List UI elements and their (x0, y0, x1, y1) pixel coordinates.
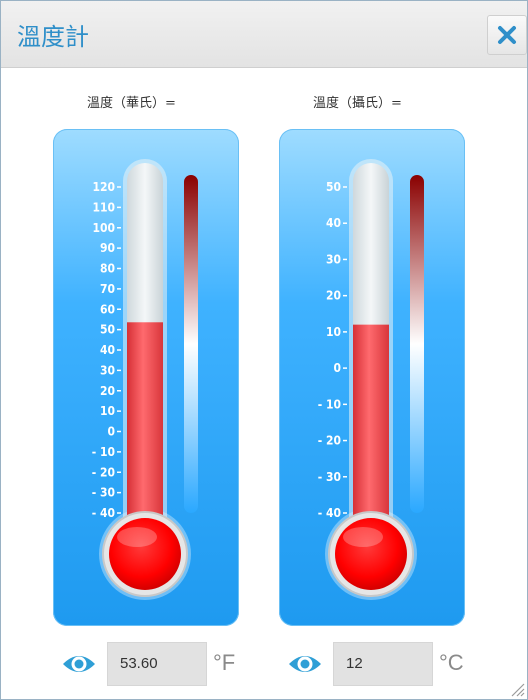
fahrenheit-tick-label: 40 (100, 343, 115, 357)
celsius-tick-label: - 10 (318, 397, 341, 411)
celsius-unit: °C (439, 650, 464, 675)
celsius-tick-label: 50 (326, 180, 341, 194)
fahrenheit-eye-button[interactable] (59, 642, 99, 688)
eye-icon (289, 656, 321, 672)
fahrenheit-label: 溫度（華氏）= (87, 96, 176, 111)
thermometer-window: 溫度計 溫度（華氏）= 120 110 100 90 80 70 60 50 40 30 20 10 0… (0, 0, 528, 700)
eye-icon (63, 656, 95, 672)
fahrenheit-tick-label: 90 (100, 241, 115, 255)
celsius-tick-label: 30 (326, 252, 341, 266)
celsius-tick-label: 20 (326, 289, 341, 303)
celsius-tick-label: 40 (326, 216, 341, 230)
fahrenheit-tick-label: 120 (92, 180, 115, 194)
celsius-tick-label: 10 (326, 325, 341, 339)
fahrenheit-tick-label: 30 (100, 363, 115, 377)
fahrenheit-tick-label: - 10 (92, 445, 115, 459)
fahrenheit-tick-label: 10 (100, 404, 115, 418)
close-icon (498, 26, 516, 44)
fahrenheit-mercury-level (127, 322, 163, 543)
fahrenheit-tick-label: 70 (100, 282, 115, 296)
fahrenheit-tick-label: 100 (92, 221, 115, 235)
celsius-scale-bar (410, 175, 424, 513)
fahrenheit-value-field[interactable]: 53.60 (107, 642, 207, 686)
fahrenheit-tick-label: - 40 (92, 506, 115, 520)
content-area: 溫度（華氏）= 120 110 100 90 80 70 60 50 40 30 20 10 0- 10… (1, 68, 527, 699)
fahrenheit-scale-bar (184, 175, 198, 513)
celsius-mercury-level (353, 324, 389, 543)
resize-grip-icon[interactable] (509, 681, 525, 697)
celsius-eye-button[interactable] (285, 642, 325, 688)
celsius-label: 溫度（攝氏）= (313, 96, 402, 111)
celsius-tick-label: 0 (333, 361, 341, 375)
fahrenheit-thermometer: 1201101009080706050403020100- 10- 20- 30… (92, 159, 198, 600)
fahrenheit-unit: °F (213, 650, 236, 675)
title-bar: 溫度計 (1, 1, 527, 68)
fahrenheit-tick-label: 20 (100, 384, 115, 398)
fahrenheit-tick-label: 0 (107, 425, 115, 439)
celsius-tick-label: - 30 (318, 470, 341, 484)
celsius-value-field[interactable]: 12 (333, 642, 433, 686)
fahrenheit-tick-label: 60 (100, 302, 115, 316)
window-title: 溫度計 (17, 23, 89, 51)
fahrenheit-tick-label: 110 (92, 200, 115, 214)
fahrenheit-tick-label: - 30 (92, 486, 115, 500)
close-button[interactable] (487, 15, 527, 55)
fahrenheit-tick-label: 80 (100, 262, 115, 276)
celsius-panel: 50 40 30 20 10 0 - 10 - 20 - 30 - 40 (279, 129, 465, 626)
celsius-thermometer: 50 40 30 20 10 0 - 10 - 20 - 30 - 40 (318, 159, 424, 600)
fahrenheit-panel: 120 110 100 90 80 70 60 50 40 30 20 10 0- 10- 20- 30… (53, 129, 239, 626)
celsius-tick-label: - 20 (318, 434, 341, 448)
celsius-controls: 12 °C (285, 642, 485, 688)
celsius-tick-label: - 40 (318, 506, 341, 520)
fahrenheit-tick-label: 50 (100, 323, 115, 337)
fahrenheit-tick-label: - 20 (92, 465, 115, 479)
fahrenheit-controls: 53.60 °F (59, 642, 259, 688)
